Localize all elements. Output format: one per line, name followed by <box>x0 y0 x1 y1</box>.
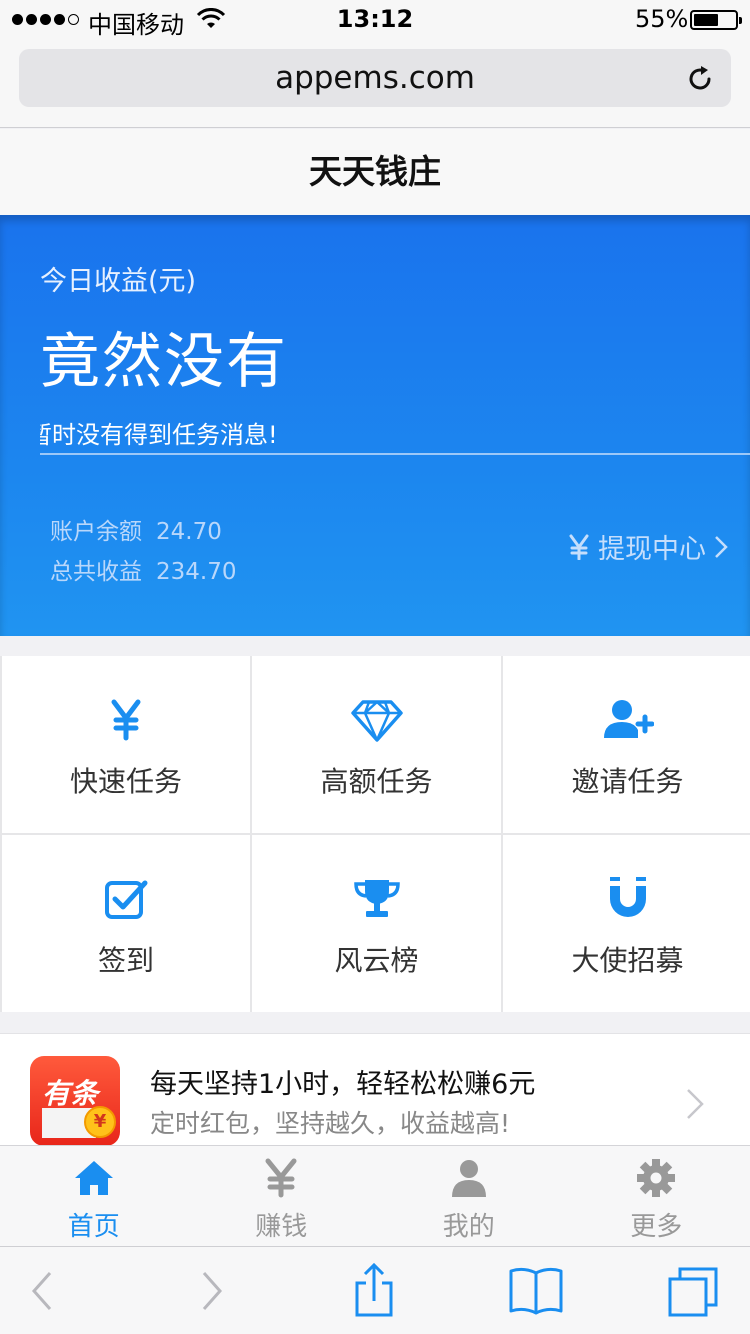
browser-address-area: appems.com <box>0 40 750 128</box>
tab-mine[interactable]: 我的 <box>375 1146 563 1246</box>
status-bar: 中国移动 13:12 55% <box>0 0 750 40</box>
tab-earn[interactable]: 赚钱 <box>188 1146 376 1246</box>
message-marquee: 暂时没有得到任务消息! <box>40 415 750 455</box>
withdraw-label: 提现中心 <box>598 534 706 565</box>
address-bar[interactable]: appems.com <box>19 49 731 107</box>
magnet-icon <box>609 877 646 917</box>
url-text[interactable]: appems.com <box>19 49 731 107</box>
tile-leaderboard[interactable]: 风云榜 <box>252 835 501 1012</box>
feature-grid: 快速任务 高额任务 邀请任务 签到 风云榜 大使招募 <box>0 656 750 1012</box>
app-logo: 有条 ¥ <box>30 1056 120 1146</box>
tile-label: 风云榜 <box>334 944 419 977</box>
withdraw-center-link[interactable]: 提现中心 <box>568 527 728 566</box>
today-income-label: 今日收益(元) <box>40 266 197 297</box>
forward-icon[interactable] <box>184 1263 240 1319</box>
promo-subtitle: 定时红包，坚持越久，收益越高! <box>150 1109 511 1138</box>
tab-more[interactable]: 更多 <box>563 1146 750 1246</box>
diamond-icon <box>350 700 403 742</box>
balance-row: 账户余额 24.70 <box>50 512 222 546</box>
promo-title: 每天坚持1小时，轻轻松松赚6元 <box>150 1069 536 1100</box>
tile-label: 快速任务 <box>69 765 182 798</box>
yen-icon <box>265 1158 297 1198</box>
balance-label: 账户余额 <box>50 519 142 545</box>
tab-home[interactable]: 首页 <box>0 1146 188 1246</box>
page-title: 天天钱庄 <box>0 129 750 215</box>
total-income-value: 234.70 <box>156 559 237 585</box>
add-user-icon <box>603 700 654 738</box>
yen-icon <box>111 699 141 741</box>
page: 中国移动 13:12 55% appems.com 天天钱庄 今日收益(元) 竟… <box>0 0 750 1334</box>
chevron-right-icon <box>687 1089 704 1119</box>
home-icon <box>74 1161 113 1195</box>
tab-label: 更多 <box>630 1212 683 1242</box>
tile-high-task[interactable]: 高额任务 <box>252 656 501 833</box>
balance-value: 24.70 <box>156 519 222 545</box>
gear-icon <box>637 1159 676 1197</box>
share-icon[interactable] <box>346 1263 402 1319</box>
tab-label: 赚钱 <box>255 1212 308 1242</box>
browser-toolbar <box>0 1246 750 1334</box>
battery-icon <box>690 10 742 30</box>
tabs-icon[interactable] <box>666 1263 722 1319</box>
back-icon[interactable] <box>16 1263 72 1319</box>
battery-percent: 55% <box>635 5 689 33</box>
yen-icon <box>569 534 589 560</box>
checkbox-icon <box>105 880 148 919</box>
user-icon <box>451 1160 486 1197</box>
tile-ambassador[interactable]: 大使招募 <box>503 835 750 1012</box>
bookmarks-icon[interactable] <box>508 1263 564 1319</box>
reload-icon[interactable] <box>685 64 715 94</box>
tile-label: 邀请任务 <box>571 765 684 798</box>
promo-card[interactable]: 有条 ¥ 每天坚持1小时，轻轻松松赚6元 定时红包，坚持越久，收益越高! <box>0 1033 750 1146</box>
tile-checkin[interactable]: 签到 <box>2 835 250 1012</box>
chevron-right-icon <box>715 535 728 558</box>
tile-label: 签到 <box>97 944 154 977</box>
tile-label: 高额任务 <box>320 765 433 798</box>
total-income-label: 总共收益 <box>50 559 142 585</box>
earnings-banner: 今日收益(元) 竟然没有 暂时没有得到任务消息! 账户余额 24.70 总共收益 2… <box>0 215 750 636</box>
tile-label: 大使招募 <box>571 944 684 977</box>
tab-label: 我的 <box>442 1212 495 1242</box>
marquee-text: 暂时没有得到任务消息! <box>40 421 278 449</box>
trophy-icon <box>353 880 400 917</box>
logo-text: 有条 <box>42 1077 99 1110</box>
tab-label: 首页 <box>67 1212 120 1242</box>
tile-quick-task[interactable]: 快速任务 <box>2 656 250 833</box>
tile-invite-task[interactable]: 邀请任务 <box>503 656 750 833</box>
tab-bar: 首页 赚钱 我的 更多 <box>0 1145 750 1246</box>
divider <box>40 453 750 455</box>
today-income-value: 竟然没有 <box>40 327 288 397</box>
total-income-row: 总共收益 234.70 <box>50 552 236 586</box>
